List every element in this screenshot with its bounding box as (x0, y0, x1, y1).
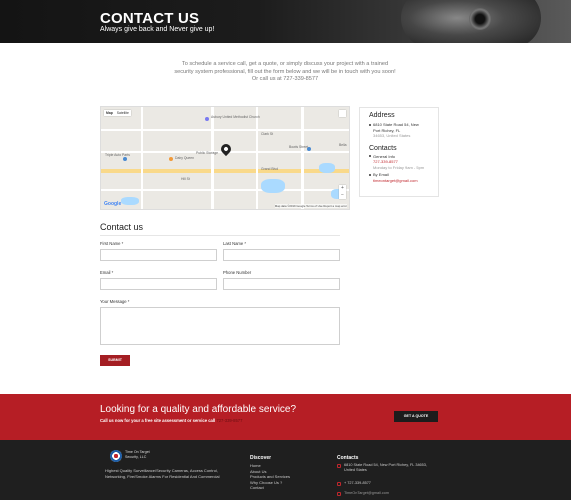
map-label: Clark St (261, 132, 274, 136)
zoom-out-button[interactable]: − (339, 192, 346, 199)
contacts-heading: Contacts (369, 144, 397, 152)
address-block: 6810 State Road 54, New Port Richey, FL … (369, 122, 429, 139)
bullet-icon (369, 173, 371, 176)
map-water (261, 179, 285, 193)
map-road (256, 107, 258, 209)
cta-phone-link[interactable]: 727-339-8577 (216, 418, 242, 423)
get-quote-button[interactable]: GET A QUOTE (394, 411, 438, 422)
cta-title: Looking for a quality and affordable ser… (100, 404, 297, 415)
map-zoom-control[interactable]: + − (339, 185, 346, 199)
cta-subtitle: Call us now for your a free site assessm… (100, 418, 242, 423)
phone-label: Phone Number (223, 270, 252, 275)
map-label: Triple Auto Parts (105, 153, 130, 157)
map-road (211, 107, 214, 209)
footer-phone: + 727-339-8577 (337, 481, 371, 486)
footer-nav: Home About Us Products and Services Why … (250, 463, 290, 491)
intro-line-1: To schedule a service call, get a quote,… (181, 61, 389, 67)
map-poi-church (205, 117, 209, 121)
fullscreen-icon[interactable] (339, 110, 346, 117)
map-tab-map[interactable]: Map (106, 111, 113, 115)
page-title: CONTACT US (100, 10, 200, 27)
map-water (319, 163, 335, 173)
hero-banner (0, 0, 571, 43)
email-link[interactable]: timeontarget@gmail.com (373, 178, 418, 184)
logo-line-2: Security, LLC (125, 455, 147, 459)
cta-subtitle-text: Call us now for your a free site assessm… (100, 418, 216, 423)
general-info: General Info 727-339-8577 Monday to Frid… (369, 154, 429, 171)
message-label: Your Message * (100, 299, 130, 304)
intro-text: To schedule a service call, get a quote,… (120, 61, 450, 84)
divider (100, 235, 340, 236)
logo-text: Time On Target Security, LLC (125, 450, 165, 460)
map-road (141, 107, 143, 209)
map-poi-restaurant (169, 157, 173, 161)
footer-description: Highest Quality Surveillance/Security Ca… (105, 468, 220, 479)
discover-heading: Discover (250, 455, 272, 461)
map-water (121, 197, 139, 205)
contact-info-panel: Address 6810 State Road 54, New Port Ric… (359, 107, 439, 197)
map-label: Bella (339, 143, 347, 147)
email-field-label: Email * (100, 270, 114, 275)
location-map[interactable]: Asbury United Methodist Church Public St… (100, 106, 350, 210)
location-icon (337, 463, 341, 468)
last-name-label: Last Name * (223, 241, 247, 246)
phone-field[interactable] (223, 278, 340, 290)
zoom-in-button[interactable]: + (339, 185, 346, 192)
footer-phone-link[interactable]: + 727-339-8577 (344, 481, 371, 486)
map-label: Asbury United Methodist Church (211, 115, 260, 119)
intro-line-3: Or call us at 727-339-8577 (251, 76, 319, 83)
bullet-icon (369, 155, 371, 157)
first-name-label: First Name * (100, 241, 124, 246)
general-hours: Monday to Friday 9am - 5pm (373, 164, 425, 170)
footer-email: TimeOnTarget@gmail.com (337, 491, 389, 496)
map-tab-satellite[interactable]: Satellite (117, 111, 129, 115)
mail-icon (337, 491, 341, 496)
intro-line-2: security system professional, fill out t… (174, 68, 396, 75)
map-label: Public Storage (196, 151, 219, 155)
message-field[interactable] (100, 307, 340, 345)
map-poi-store (123, 157, 127, 161)
footer-link-contact[interactable]: Contact (250, 485, 290, 491)
bullet-icon (369, 123, 371, 126)
google-logo: Google (104, 201, 122, 207)
map-label: Hill St (181, 177, 190, 181)
footer-contacts-heading: Contacts (337, 455, 359, 461)
footer-address: 6810 State Road 54, New Port Richey, FL … (337, 463, 427, 473)
cta-banner (0, 394, 571, 440)
footer-address-line-2: United States (344, 468, 367, 472)
address-line-3: 34653, United States (373, 133, 411, 138)
company-logo-icon[interactable] (110, 450, 122, 462)
first-name-field[interactable] (100, 249, 217, 261)
address-line-1: 6810 State Road 54, New (373, 122, 419, 127)
map-type-tabs: Map Satellite (104, 110, 131, 116)
footer-link-products[interactable]: Products and Services (250, 474, 290, 480)
email-info: By Email timeontarget@gmail.com (369, 172, 429, 183)
page-subtitle: Always give back and Never give up! (100, 26, 215, 33)
map-road-main (101, 169, 349, 173)
email-field[interactable] (100, 278, 217, 290)
map-label: Bowls Street (289, 145, 309, 149)
camera-lens-image (469, 8, 491, 30)
phone-icon (337, 481, 341, 486)
address-heading: Address (369, 112, 395, 119)
map-background (101, 107, 349, 209)
contact-form-title: Contact us (100, 222, 144, 232)
last-name-field[interactable] (223, 249, 340, 261)
map-road (301, 107, 304, 209)
footer-email-link[interactable]: TimeOnTarget@gmail.com (344, 491, 389, 496)
map-label: Grand Blvd (261, 167, 278, 171)
map-road (101, 189, 349, 191)
map-road (101, 129, 349, 131)
map-footer: Map data ©2019 Google Terms of Use Repor… (274, 204, 347, 208)
submit-button[interactable]: SUBMIT (100, 355, 130, 366)
map-label: Dairy Queen (175, 156, 195, 160)
